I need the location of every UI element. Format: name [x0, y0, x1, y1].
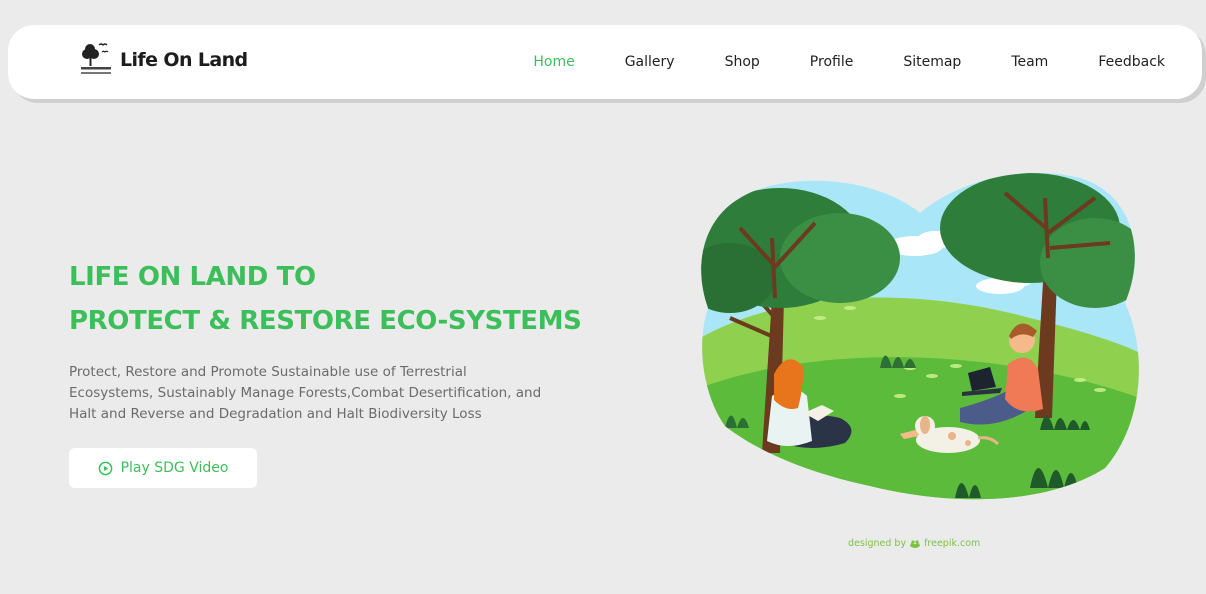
play-video-label: Play SDG Video [120, 460, 229, 476]
nav-item-sitemap[interactable]: Sitemap [903, 54, 961, 70]
hero-title-line-1: LIFE ON LAND TO [69, 262, 316, 292]
nav-item-team[interactable]: Team [1011, 54, 1048, 70]
brand[interactable]: Life On Land [80, 39, 248, 81]
nav-item-home[interactable]: Home [533, 54, 574, 70]
tree-with-birds-icon [81, 43, 111, 74]
main-nav: Home Gallery Shop Profile Sitemap Team F… [483, 25, 1165, 99]
hero-title: LIFE ON LAND TO PROTECT & RESTORE ECO-SY… [69, 255, 582, 343]
nav-item-shop[interactable]: Shop [725, 54, 760, 70]
navbar: Life On Land Home Gallery Shop Profile S… [8, 25, 1202, 99]
nav-item-feedback[interactable]: Feedback [1098, 54, 1165, 70]
brand-name: Life On Land [120, 49, 248, 71]
nav-item-profile[interactable]: Profile [810, 54, 854, 70]
play-circle-icon [98, 461, 112, 475]
scene-group [701, 172, 1139, 500]
credit-brand: freepik.com [924, 538, 981, 549]
nav-item-gallery[interactable]: Gallery [625, 54, 675, 70]
page: Life On Land Home Gallery Shop Profile S… [0, 0, 1206, 594]
hero-title-line-2: PROTECT & RESTORE ECO-SYSTEMS [69, 306, 582, 336]
hero-description: Protect, Restore and Promote Sustainable… [69, 364, 542, 422]
play-video-button[interactable]: Play SDG Video [69, 448, 257, 488]
park-illustration [701, 172, 1139, 500]
freepik-icon [910, 539, 921, 548]
credit-prefix: designed by [848, 538, 907, 549]
freepik-credit[interactable]: designed by freepik.com [848, 538, 980, 549]
